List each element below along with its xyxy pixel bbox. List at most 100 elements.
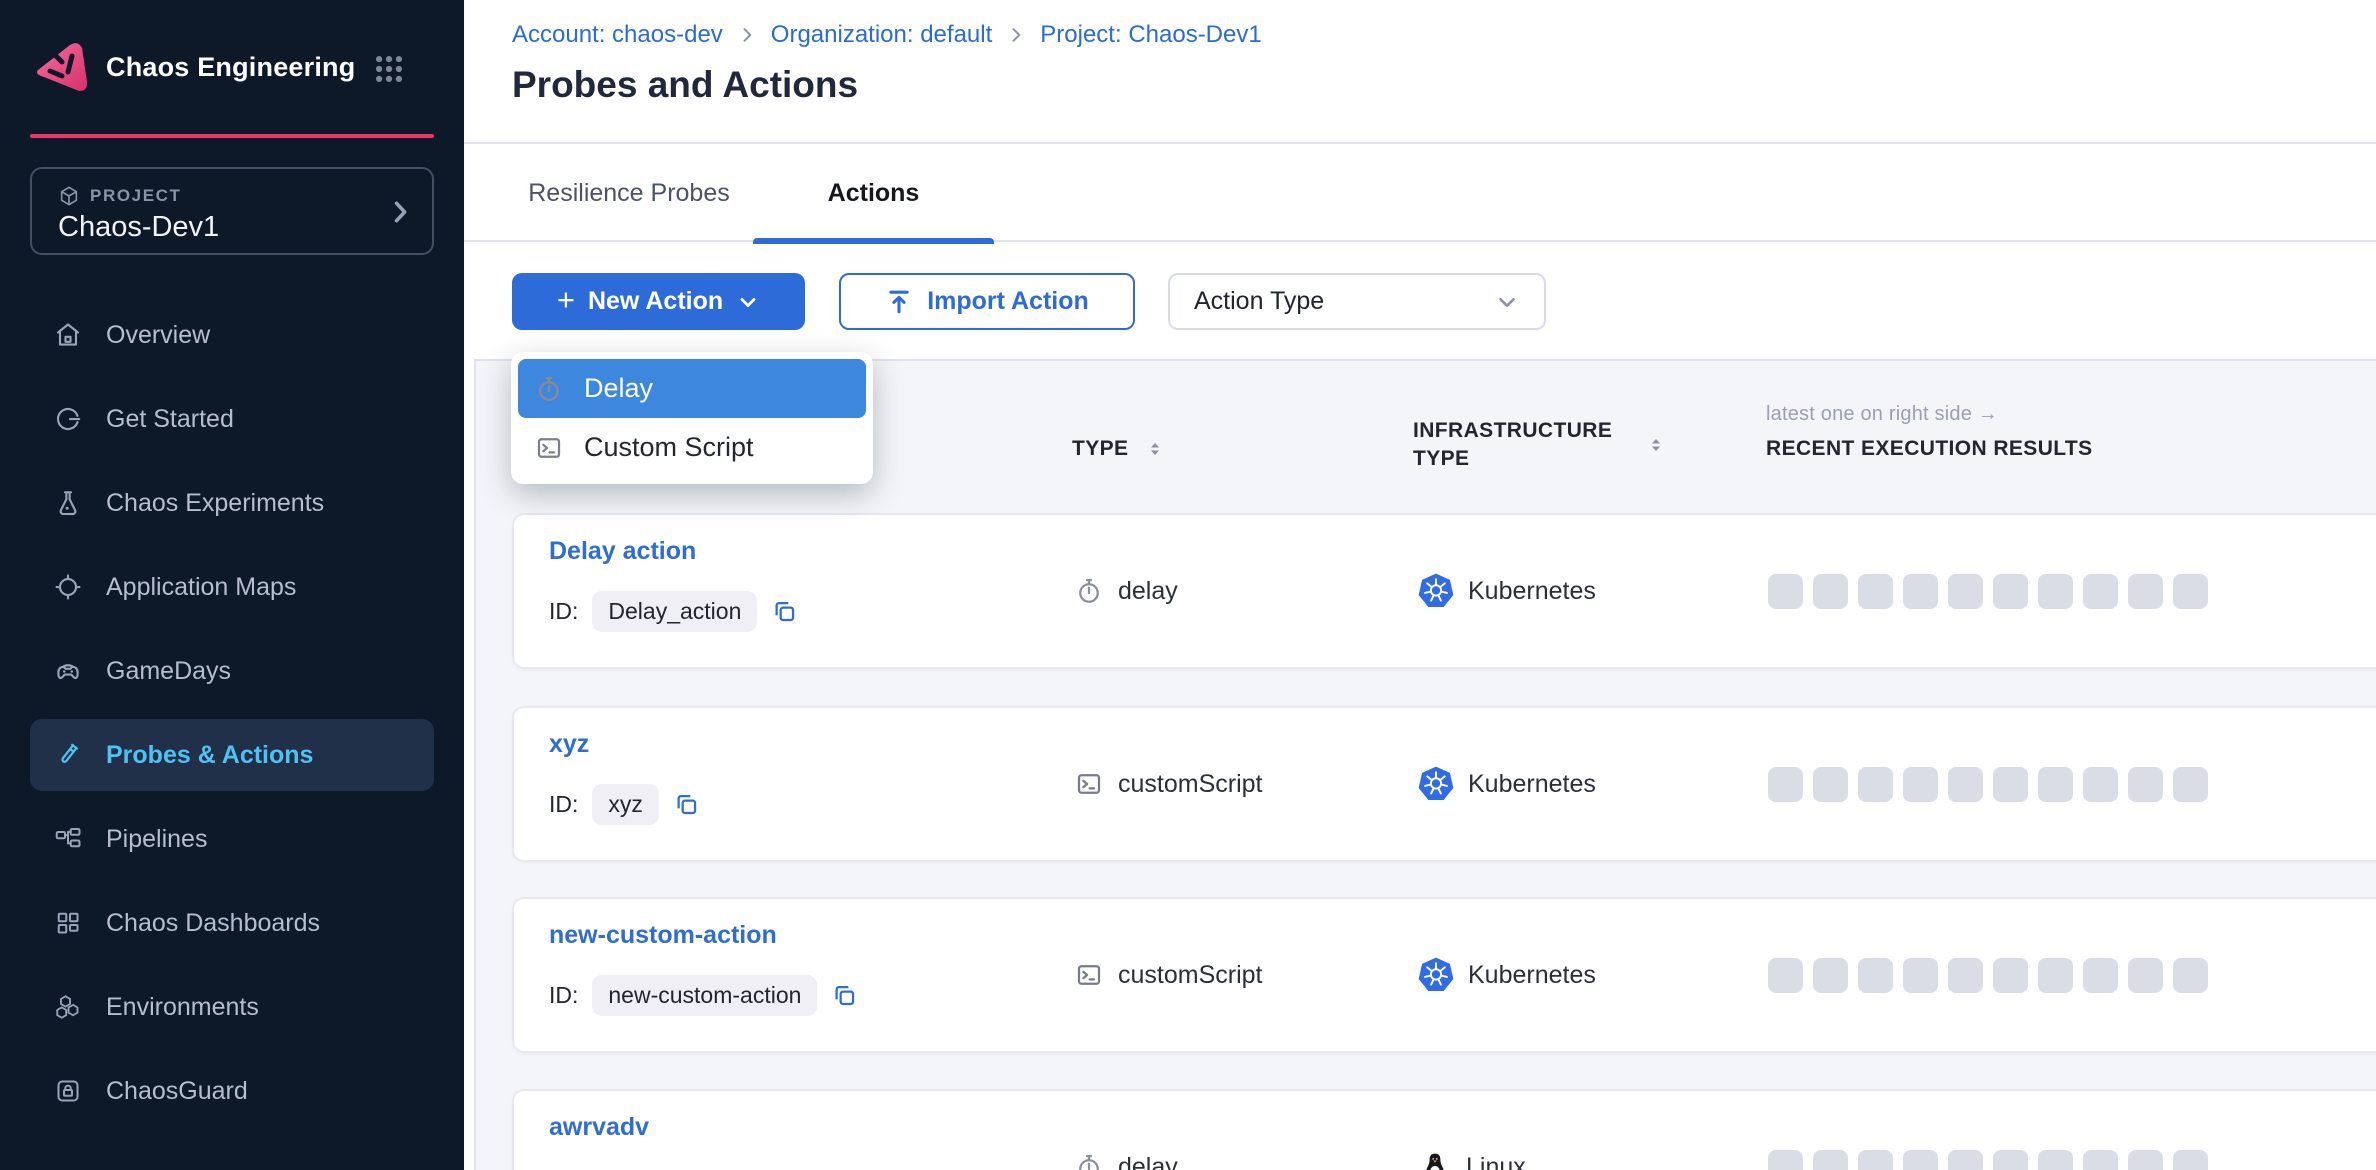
breadcrumb-account[interactable]: Account: chaos-dev: [512, 21, 723, 49]
copy-icon[interactable]: [831, 982, 858, 1009]
id-label: ID:: [549, 791, 578, 818]
type-cell: delay: [1074, 1091, 1178, 1170]
sidebar-item-chaos-dashboards[interactable]: Chaos Dashboards: [30, 887, 434, 959]
sidebar-item-chaosguard[interactable]: ChaosGuard: [30, 1055, 434, 1127]
execution-result-placeholder: [1813, 767, 1848, 802]
sidebar-item-overview[interactable]: Overview: [30, 299, 434, 371]
execution-result-placeholder: [1903, 574, 1938, 609]
main-content: Account: chaos-dev Organization: default…: [464, 0, 2376, 1170]
sidebar-item-application-maps[interactable]: Application Maps: [30, 551, 434, 623]
project-name: Chaos-Dev1: [58, 211, 219, 244]
id-label: ID:: [549, 982, 578, 1009]
new-action-label: New Action: [588, 287, 723, 316]
infrastructure-value: Kubernetes: [1468, 577, 1596, 606]
execution-result-placeholder: [1948, 574, 1983, 609]
action-id-value: xyz: [592, 784, 659, 825]
execution-result-placeholder: [2038, 958, 2073, 993]
execution-result-placeholder: [1858, 574, 1893, 609]
action-name-link[interactable]: new-custom-action: [549, 921, 777, 950]
type-cell: customScript: [1074, 708, 1262, 860]
home-icon: [52, 319, 84, 351]
sort-icon[interactable]: [1144, 438, 1166, 460]
type-value: customScript: [1118, 770, 1262, 799]
plus-icon: +: [557, 282, 575, 318]
execution-result-placeholder: [1768, 1150, 1803, 1170]
sidebar-item-pipelines[interactable]: Pipelines: [30, 803, 434, 875]
action-name-link[interactable]: xyz: [549, 730, 589, 759]
execution-result-placeholder: [1948, 1150, 1983, 1170]
upload-icon: [885, 288, 913, 316]
import-action-button[interactable]: Import Action: [839, 273, 1135, 330]
hexagons-icon: [52, 991, 84, 1023]
get-started-icon: [52, 403, 84, 435]
execution-result-placeholder: [2173, 574, 2208, 609]
sidebar: Chaos Engineering PROJECT Chaos-Dev1: [0, 0, 464, 1170]
execution-result-placeholder: [1768, 574, 1803, 609]
execution-result-placeholder: [1993, 767, 2028, 802]
execution-results-cell: [1768, 515, 2208, 667]
tab-actions[interactable]: Actions: [753, 144, 994, 242]
dashboard-icon: [52, 907, 84, 939]
column-header-type: TYPE: [1072, 437, 1166, 461]
chevron-right-icon: [386, 198, 414, 226]
execution-result-placeholder: [1903, 1150, 1938, 1170]
action-name-link[interactable]: Delay action: [549, 537, 696, 566]
execution-result-placeholder: [2038, 1150, 2073, 1170]
action-id-row: ID: Delay_action: [549, 591, 798, 632]
action-type-select[interactable]: Action Type: [1168, 273, 1546, 330]
table-row: Delay action ID: Delay_action delay: [512, 513, 2376, 669]
copy-icon[interactable]: [673, 791, 700, 818]
execution-result-placeholder: [1993, 1150, 2028, 1170]
sidebar-item-get-started[interactable]: Get Started: [30, 383, 434, 455]
new-action-button[interactable]: + New Action: [512, 273, 805, 330]
execution-result-placeholder: [1993, 574, 2028, 609]
type-cell: delay: [1074, 515, 1178, 667]
id-label: ID:: [549, 598, 578, 625]
sidebar-item-label: ChaosGuard: [106, 1077, 248, 1106]
menu-item-delay[interactable]: Delay: [518, 359, 866, 418]
execution-result-placeholder: [1993, 958, 2028, 993]
breadcrumb: Account: chaos-dev Organization: default…: [512, 21, 1262, 49]
tab-label: Resilience Probes: [528, 179, 730, 208]
linux-icon: [1418, 1150, 1452, 1170]
terminal-icon: [1074, 769, 1104, 799]
execution-result-placeholder: [1858, 767, 1893, 802]
execution-result-placeholder: [1903, 958, 1938, 993]
execution-result-placeholder: [2128, 1150, 2163, 1170]
action-name-link[interactable]: awrvadv: [549, 1113, 649, 1142]
execution-result-placeholder: [1858, 1150, 1893, 1170]
type-value: customScript: [1118, 961, 1262, 990]
menu-item-custom-script[interactable]: Custom Script: [518, 418, 866, 477]
kubernetes-icon: [1418, 957, 1454, 993]
execution-results-cell: [1768, 1091, 2208, 1170]
project-label: PROJECT: [90, 186, 182, 206]
sidebar-item-label: Chaos Experiments: [106, 489, 324, 518]
gamepad-icon: [52, 655, 84, 687]
module-grid-icon[interactable]: [372, 52, 406, 86]
stopwatch-icon: [1074, 1152, 1104, 1170]
project-selector[interactable]: PROJECT Chaos-Dev1: [30, 167, 434, 255]
breadcrumb-organization[interactable]: Organization: default: [771, 21, 992, 49]
execution-result-placeholder: [2038, 574, 2073, 609]
sidebar-item-chaos-experiments[interactable]: Chaos Experiments: [30, 467, 434, 539]
chaos-engineering-app: Chaos Engineering PROJECT Chaos-Dev1: [0, 0, 2376, 1170]
infrastructure-value: Kubernetes: [1468, 770, 1596, 799]
sidebar-item-environments[interactable]: Environments: [30, 971, 434, 1043]
flask-icon: [52, 487, 84, 519]
lock-shield-icon: [52, 1075, 84, 1107]
sidebar-item-probes-actions[interactable]: Probes & Actions: [30, 719, 434, 791]
execution-result-placeholder: [2083, 574, 2118, 609]
infrastructure-cell: Linux: [1418, 1091, 1526, 1170]
sort-icon[interactable]: [1645, 434, 1667, 456]
infrastructure-cell: Kubernetes: [1418, 899, 1596, 1051]
breadcrumb-project[interactable]: Project: Chaos-Dev1: [1040, 21, 1261, 49]
terminal-icon: [1074, 960, 1104, 990]
sidebar-item-gamedays[interactable]: GameDays: [30, 635, 434, 707]
column-header-label: INFRASTRUCTURE TYPE: [1413, 417, 1625, 474]
tab-resilience-probes[interactable]: Resilience Probes: [521, 144, 737, 242]
copy-icon[interactable]: [771, 598, 798, 625]
execution-result-placeholder: [1768, 767, 1803, 802]
execution-result-placeholder: [2128, 767, 2163, 802]
sidebar-item-label: GameDays: [106, 657, 231, 686]
execution-result-placeholder: [2038, 767, 2073, 802]
